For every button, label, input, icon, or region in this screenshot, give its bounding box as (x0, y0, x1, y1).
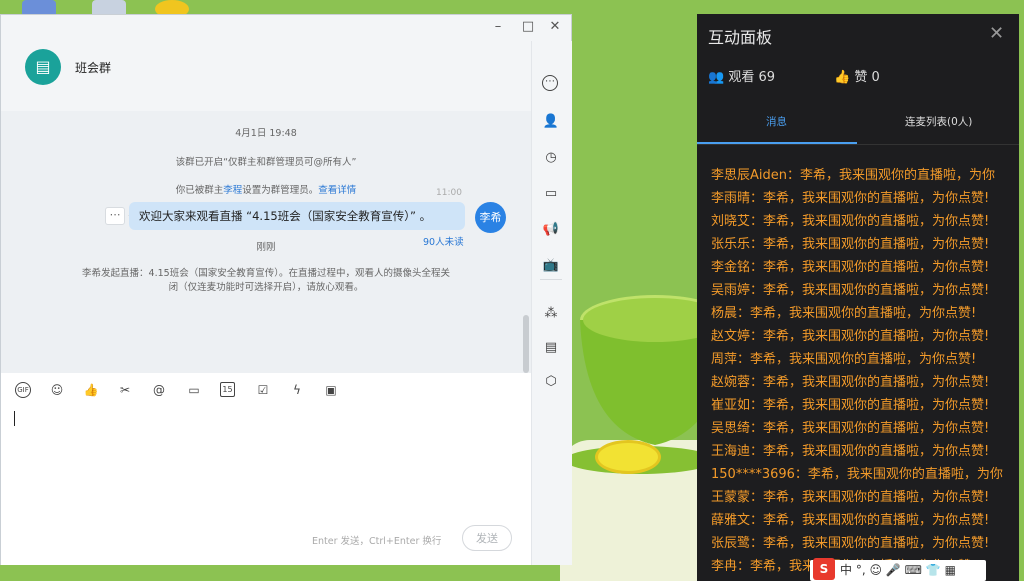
add-member-icon[interactable]: 👤 (542, 113, 560, 131)
panel-tabs: 消息 连麦列表(0人) (697, 104, 1019, 145)
side-toolbar: ⋯ 👤 ◷ ▭ 📢 📺 ⁂ ▤ ⬡ (531, 41, 572, 565)
input-toolbar: GIF ☺ 👍 ✂ @ ▭ 15 ☑ ϟ ▣ (1, 373, 531, 407)
emoji-icon[interactable]: ☺ (49, 382, 65, 398)
skin-icon[interactable]: 👕 (926, 563, 941, 577)
minimize-button[interactable]: – (491, 20, 505, 34)
comment-item: 吴思绮：李希，我来围观你的直播啦，为你点赞! (711, 421, 990, 436)
unread-count[interactable]: 90人未读 (423, 234, 464, 248)
message-input[interactable]: Enter 发送，Ctrl+Enter 换行 发送 (1, 407, 531, 565)
divider (540, 279, 562, 280)
ime-mode[interactable]: 中 (840, 563, 852, 577)
thumbs-up-icon: 👍 (834, 70, 851, 85)
details-link[interactable]: 查看详情 (318, 185, 356, 196)
lightning-icon[interactable]: ϟ (289, 382, 305, 398)
emoji-icon[interactable]: ☺ (870, 563, 883, 577)
like-icon[interactable]: 👍 (83, 382, 99, 398)
punctuation-icon[interactable]: °, (856, 563, 866, 577)
comment-item: 杨晨：李希，我来围观你的直播啦，为你点赞! (711, 306, 977, 321)
chat-header: ▤ 班会群 (1, 41, 531, 112)
more-button[interactable]: ⋯ (105, 207, 125, 225)
chat-window: – □ ✕ ▤ 班会群 4月1日 19:48 该群已开启“仅群主和群管理员可@所… (0, 14, 572, 565)
maximize-button[interactable]: □ (521, 20, 535, 34)
comment-item: 刘晓艾：李希，我来围观你的直播啦，为你点赞! (711, 214, 990, 229)
grid-icon[interactable]: ▦ (945, 563, 956, 577)
more-options-icon[interactable]: ⋯ (542, 75, 558, 91)
sogou-logo[interactable]: S (813, 558, 835, 580)
viewers-value: 69 (758, 70, 776, 85)
comment-item: 崔亚如：李希，我来围观你的直播啦，为你点赞! (711, 398, 990, 413)
comment-item: 吴雨婷：李希，我来围观你的直播啦，为你点赞! (711, 283, 990, 298)
date-divider: 4月1日 19:48 (235, 128, 297, 139)
wallpaper-lemon (595, 440, 661, 474)
live-tv-icon[interactable]: 📺 (542, 257, 560, 275)
close-icon[interactable]: ✕ (989, 23, 1004, 44)
history-icon[interactable]: ◷ (542, 149, 560, 167)
comment-item: 张乐乐：李希，我来围观你的直播啦，为你点赞! (711, 237, 990, 252)
notebook-icon[interactable]: ▤ (542, 339, 560, 357)
announcement-icon[interactable]: 📢 (542, 221, 560, 239)
message-bubble[interactable]: 欢迎大家来观看直播 “4.15班会（国家安全教育宣传）” 。 (129, 202, 465, 230)
title-bar: – □ ✕ (1, 15, 571, 41)
tab-messages[interactable]: 消息 (766, 114, 787, 129)
close-button[interactable]: ✕ (548, 20, 562, 34)
group-avatar[interactable]: ▤ (25, 49, 61, 85)
tab-mic-list[interactable]: 连麦列表(0人) (905, 114, 972, 129)
comment-item: 李思辰Aiden：李希，我来围观你的直播啦，为你 (711, 168, 995, 183)
keyboard-icon[interactable]: ⌨ (905, 563, 922, 577)
system-text: 你已被群主 (175, 185, 224, 196)
comment-item: 赵婉蓉：李希，我来围观你的直播啦，为你点赞! (711, 375, 990, 390)
send-button[interactable]: 发送 (462, 525, 512, 551)
scissors-icon[interactable]: ✂ (117, 382, 133, 398)
calendar-icon[interactable]: 15 (220, 382, 235, 397)
system-message: 该群已开启“仅群主和群管理员可@所有人” (175, 157, 357, 168)
scrollbar[interactable] (523, 315, 529, 373)
group-name: 班会群 (75, 61, 112, 75)
files-icon[interactable]: ▭ (542, 185, 560, 203)
comment-item: 王海迪：李希，我来围观你的直播啦，为你点赞! (711, 444, 990, 459)
likes-value: 0 (871, 70, 880, 85)
comment-item: 赵文婷：李希，我来围观你的直播啦，为你点赞! (711, 329, 990, 344)
interaction-panel: 互动面板 ✕ 👥 观看 69 👍 赞 0 消息 连麦列表(0人) 李思辰Aide… (697, 14, 1019, 581)
folder-icon[interactable]: ▭ (186, 382, 202, 398)
apps-icon[interactable]: ⁂ (542, 305, 560, 323)
at-icon[interactable]: @ (151, 382, 167, 398)
text-caret (14, 411, 15, 426)
comment-item: 周萍：李希，我来围观你的直播啦，为你点赞! (711, 352, 977, 367)
viewer-count: 👥 观看 69 (708, 66, 775, 85)
plugin-icon[interactable]: ⬡ (542, 373, 560, 391)
ime-toolbar[interactable]: 中 °, ☺ 🎤 ⌨ 👕 ▦ (810, 560, 986, 581)
user-link[interactable]: 李程 (223, 185, 242, 196)
comment-item: 王蒙蒙：李希，我来围观你的直播啦，为你点赞! (711, 490, 990, 505)
send-hint: Enter 发送，Ctrl+Enter 换行 (312, 536, 442, 547)
comment-item: 150****3696：李希，我来围观你的直播啦，为你 (711, 467, 1003, 482)
comment-item: 李雨晴：李希，我来围观你的直播啦，为你点赞! (711, 191, 990, 206)
message-time: 11:00 (436, 188, 462, 198)
like-count: 👍 赞 0 (834, 66, 880, 85)
microphone-icon[interactable]: 🎤 (886, 563, 901, 577)
comment-feed: 李思辰Aiden：李希，我来围观你的直播啦，为你 李雨晴：李希，我来围观你的直播啦… (711, 164, 1019, 578)
checkbox-icon[interactable]: ☑ (255, 382, 271, 398)
chat-bubble-icon: ▤ (35, 57, 51, 76)
comment-item: 李金铭：李希，我来围观你的直播啦，为你点赞! (711, 260, 990, 275)
system-text: 设置为群管理员。 (242, 185, 319, 196)
active-tab-indicator (697, 142, 857, 144)
system-message: 李希发起直播：4.15班会（国家安全教育宣传）。在直播过程中，观看人的摄像头全程… (82, 268, 450, 293)
comment-item: 薛雅文：李希，我来围观你的直播啦，为你点赞! (711, 513, 990, 528)
live-icon[interactable]: ▣ (323, 382, 339, 398)
comment-item: 张辰鹭：李希，我来围观你的直播啦，为你点赞! (711, 536, 990, 551)
avatar[interactable]: 李希 (475, 202, 506, 233)
likes-label: 赞 (854, 70, 868, 85)
viewers-icon: 👥 (708, 70, 725, 85)
gif-button[interactable]: GIF (15, 382, 31, 398)
panel-title: 互动面板 (708, 28, 773, 47)
viewers-label: 观看 (728, 70, 755, 85)
